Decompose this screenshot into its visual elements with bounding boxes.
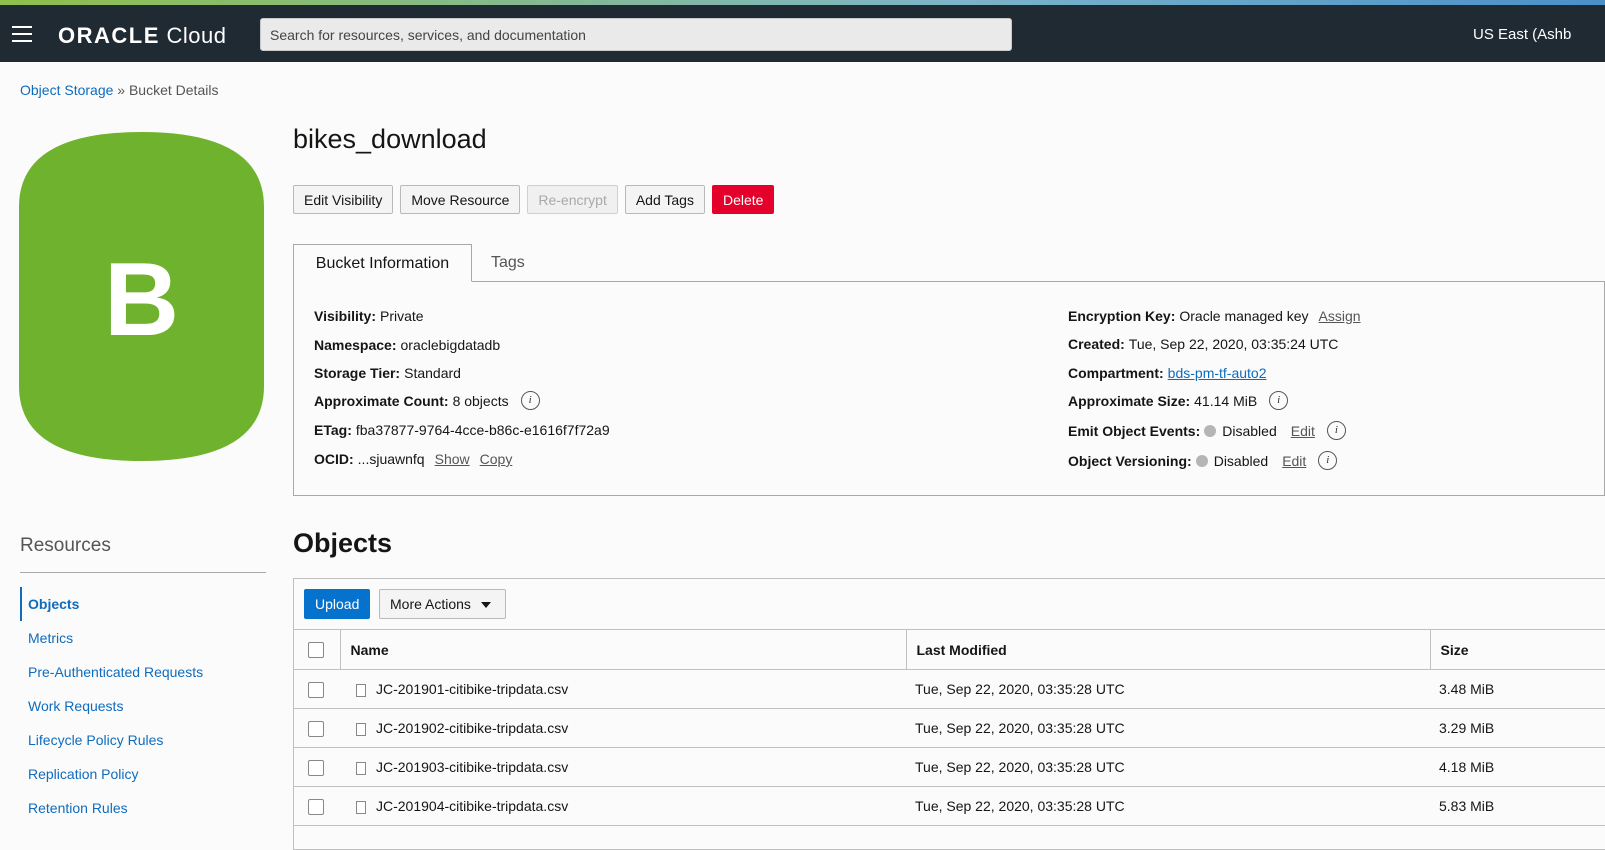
info-created: Created: Tue, Sep 22, 2020, 03:35:24 UTC: [1068, 336, 1339, 352]
select-all-checkbox[interactable]: [308, 642, 324, 659]
move-resource-button[interactable]: Move Resource: [400, 185, 521, 214]
bucket-icon: B: [19, 132, 264, 461]
edit-visibility-button[interactable]: Edit Visibility: [293, 185, 394, 214]
detail-tabs: Bucket Information Tags: [293, 244, 1605, 282]
breadcrumb-object-storage[interactable]: Object Storage: [20, 82, 113, 98]
info-icon[interactable]: i: [1326, 421, 1346, 440]
ocid-copy-link[interactable]: Copy: [480, 451, 513, 467]
objects-panel: Upload More Actions Name Last Modified S…: [293, 578, 1605, 850]
object-name[interactable]: JC-201902-citibike-tripdata.csv: [376, 720, 568, 736]
row-checkbox[interactable]: [308, 759, 324, 776]
compartment-link[interactable]: bds-pm-tf-auto2: [1168, 365, 1267, 381]
object-size: 3.48 MiB: [1430, 669, 1605, 709]
status-dot-icon: [1195, 454, 1208, 467]
info-object-versioning: Object Versioning: Disabled Edit i: [1068, 451, 1338, 470]
hamburger-menu-icon[interactable]: [12, 26, 32, 42]
resources-nav: Objects Metrics Pre-Authenticated Reques…: [20, 587, 203, 825]
breadcrumb-current: Bucket Details: [128, 82, 219, 98]
bucket-letter: B: [104, 242, 179, 358]
resource-item-retention-rules[interactable]: Retention Rules: [20, 791, 203, 825]
info-icon[interactable]: i: [520, 391, 540, 410]
bucket-actions-toolbar: Edit Visibility Move Resource Re-encrypt…: [293, 185, 781, 214]
row-checkbox[interactable]: [308, 798, 324, 815]
info-namespace: Namespace: oraclebigdatadb: [314, 337, 501, 353]
info-compartment: Compartment: bds-pm-tf-auto2: [1068, 365, 1267, 381]
top-navigation-bar: ORACLE Cloud US East (Ashb: [0, 5, 1605, 62]
objects-title: Objects: [293, 528, 393, 558]
object-last-modified: Tue, Sep 22, 2020, 03:35:28 UTC: [906, 708, 1430, 748]
object-size: 5.83 MiB: [1430, 786, 1605, 826]
resource-item-replication-policy[interactable]: Replication Policy: [20, 757, 203, 791]
logo-brand: ORACLE: [58, 23, 160, 48]
tab-tags[interactable]: Tags: [491, 244, 525, 282]
object-size: 4.18 MiB: [1430, 747, 1605, 787]
breadcrumb-separator: »: [113, 82, 129, 98]
resource-item-pre-authenticated-requests[interactable]: Pre-Authenticated Requests: [20, 655, 203, 689]
table-row: JC-201901-citibike-tripdata.csv Tue, Sep…: [294, 669, 1605, 709]
select-all-cell: [294, 629, 341, 670]
bucket-information-panel: Visibility: Private Namespace: oraclebigda…: [293, 281, 1605, 496]
edit-versioning-link[interactable]: Edit: [1282, 453, 1306, 469]
more-actions-label: More Actions: [390, 596, 471, 612]
info-visibility: Visibility: Private: [314, 308, 424, 324]
column-header-last-modified[interactable]: Last Modified: [906, 629, 1431, 670]
file-icon: [356, 800, 366, 814]
column-header-name[interactable]: Name: [340, 629, 907, 670]
info-storage-tier: Storage Tier: Standard: [314, 365, 461, 381]
info-approximate-size: Approximate Size: 41.14 MiB i: [1068, 391, 1289, 410]
page-title: bikes_download: [293, 124, 487, 154]
info-emit-object-events: Emit Object Events: Disabled Edit i: [1068, 421, 1346, 440]
objects-table: Name Last Modified Size JC-201901-citibi…: [294, 629, 1605, 826]
add-tags-button[interactable]: Add Tags: [624, 185, 705, 214]
resources-title: Resources: [20, 535, 111, 556]
object-last-modified: Tue, Sep 22, 2020, 03:35:28 UTC: [906, 669, 1430, 709]
table-row: JC-201903-citibike-tripdata.csv Tue, Sep…: [294, 747, 1605, 787]
table-row: JC-201902-citibike-tripdata.csv Tue, Sep…: [294, 708, 1605, 748]
ocid-show-link[interactable]: Show: [435, 451, 470, 467]
caret-down-icon: [481, 602, 491, 608]
oracle-cloud-logo[interactable]: ORACLE Cloud: [58, 23, 227, 49]
column-header-size[interactable]: Size: [1430, 629, 1605, 670]
info-ocid: OCID: ...sjuawnfq Show Copy: [314, 451, 513, 467]
object-name[interactable]: JC-201903-citibike-tripdata.csv: [376, 759, 568, 775]
upload-button[interactable]: Upload: [304, 589, 371, 619]
resource-item-work-requests[interactable]: Work Requests: [20, 689, 203, 723]
resource-item-objects[interactable]: Objects: [20, 587, 203, 621]
file-icon: [356, 761, 366, 775]
region-selector[interactable]: US East (Ashb: [1473, 26, 1571, 43]
info-etag: ETag: fba37877-9764-4cce-b86c-e1616f7f72a…: [314, 422, 610, 438]
table-row: JC-201904-citibike-tripdata.csv Tue, Sep…: [294, 786, 1605, 826]
object-name[interactable]: JC-201901-citibike-tripdata.csv: [376, 681, 568, 697]
delete-button[interactable]: Delete: [711, 185, 775, 214]
resources-divider: [20, 572, 266, 573]
more-actions-button[interactable]: More Actions: [379, 589, 506, 619]
resource-item-metrics[interactable]: Metrics: [20, 621, 203, 655]
object-last-modified: Tue, Sep 22, 2020, 03:35:28 UTC: [906, 786, 1430, 826]
search-input[interactable]: [260, 18, 1012, 51]
row-checkbox[interactable]: [308, 720, 324, 737]
file-icon: [356, 722, 366, 736]
resource-item-lifecycle-policy-rules[interactable]: Lifecycle Policy Rules: [20, 723, 203, 757]
info-encryption-key: Encryption Key: Oracle managed key Assign: [1068, 308, 1361, 324]
assign-key-link[interactable]: Assign: [1319, 308, 1361, 324]
info-icon[interactable]: i: [1269, 391, 1289, 410]
info-icon[interactable]: i: [1318, 451, 1338, 470]
object-size: 3.29 MiB: [1430, 708, 1605, 748]
info-approximate-count: Approximate Count: 8 objects i: [314, 391, 540, 410]
table-header-row: Name Last Modified Size: [294, 629, 1605, 670]
re-encrypt-button[interactable]: Re-encrypt: [527, 185, 618, 214]
object-last-modified: Tue, Sep 22, 2020, 03:35:28 UTC: [906, 747, 1430, 787]
status-dot-icon: [1204, 424, 1217, 437]
tab-bucket-information[interactable]: Bucket Information: [293, 244, 472, 282]
file-icon: [356, 683, 366, 697]
logo-product: Cloud: [166, 23, 227, 48]
row-checkbox[interactable]: [308, 681, 324, 698]
breadcrumb: Object Storage » Bucket Details: [20, 82, 218, 98]
edit-events-link[interactable]: Edit: [1291, 423, 1315, 439]
object-name[interactable]: JC-201904-citibike-tripdata.csv: [376, 798, 568, 814]
